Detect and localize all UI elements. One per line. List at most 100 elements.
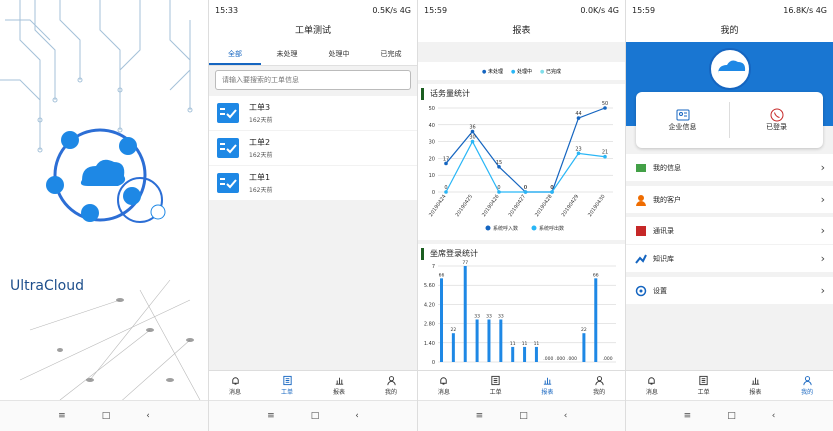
bar-chart-icon xyxy=(751,377,760,385)
tab-reports[interactable]: 报表 xyxy=(522,371,574,400)
home-icon[interactable]: □ xyxy=(102,411,111,421)
data-label: 44 xyxy=(575,111,581,117)
data-label: 66 xyxy=(439,272,445,278)
profile-screen: 15:59 16.8K/s 4G 我的 企业信息 已登录 我的信息 › 我的客户 › … xyxy=(625,0,833,431)
menu-settings[interactable]: 设置 › xyxy=(626,277,833,304)
tab-label: 报表 xyxy=(541,389,554,396)
ticket-name: 工单2 xyxy=(249,138,271,147)
tab-label: 报表 xyxy=(749,389,762,396)
ticket-item[interactable]: 工单2 162天前 xyxy=(209,131,417,165)
data-label: 77 xyxy=(462,260,468,266)
back-icon[interactable]: ‹ xyxy=(772,411,776,421)
company-info-button[interactable]: 企业信息 xyxy=(636,92,729,148)
tab-label: 工单 xyxy=(280,389,293,396)
ticket-item[interactable]: 工单3 162天前 xyxy=(209,96,417,130)
bottom-tabbar: 消息 工单 报表 我的 xyxy=(626,370,833,400)
y-tick-label: 4.20 xyxy=(424,302,435,308)
chevron-right-icon: › xyxy=(820,161,825,174)
bottom-tabbar: 消息 工单 报表 我的 xyxy=(209,370,417,400)
bar xyxy=(582,333,586,362)
back-icon[interactable]: ‹ xyxy=(564,411,568,421)
tab-label: 报表 xyxy=(332,389,345,396)
status-net: 0.0K/s xyxy=(580,5,606,15)
home-icon[interactable]: □ xyxy=(519,411,528,421)
person-icon xyxy=(595,376,604,386)
brand-name: UltraCloud xyxy=(10,278,84,294)
splash-illustration xyxy=(0,0,201,421)
status-signal: 4G xyxy=(607,5,619,15)
knowledge-icon xyxy=(635,254,647,264)
data-label: 0 xyxy=(524,185,527,191)
filter-done[interactable]: 已完成 xyxy=(365,42,417,65)
tab-tickets[interactable]: 工单 xyxy=(678,371,730,400)
y-tick-label: 0 xyxy=(432,360,435,366)
data-label: .000 xyxy=(567,356,577,362)
data-label: 22 xyxy=(450,327,456,333)
data-label: 0 xyxy=(550,185,553,191)
tab-messages[interactable]: 消息 xyxy=(418,371,470,400)
data-label: .000 xyxy=(543,356,553,362)
tab-reports[interactable]: 报表 xyxy=(730,371,782,400)
tab-mine[interactable]: 我的 xyxy=(365,371,417,400)
status-bar: 15:33 0.5K/s 4G xyxy=(209,0,417,20)
chevron-right-icon: › xyxy=(820,284,825,297)
tab-messages[interactable]: 消息 xyxy=(626,371,678,400)
bar xyxy=(475,319,479,362)
legend-label: 系统呼出数 xyxy=(539,225,564,232)
menu-my-info[interactable]: 我的信息 › xyxy=(626,154,833,181)
menu-icon[interactable]: ≡ xyxy=(58,411,66,421)
menu-icon[interactable]: ≡ xyxy=(684,411,692,421)
login-status-button[interactable]: 已登录 xyxy=(730,92,823,148)
ticket-time: 162天前 xyxy=(249,187,273,194)
status-time: 15:59 xyxy=(632,5,656,15)
data-label: .000 xyxy=(603,356,613,362)
bar xyxy=(463,266,467,362)
menu-my-customers[interactable]: 我的客户 › xyxy=(626,186,833,213)
back-icon[interactable]: ‹ xyxy=(355,411,359,421)
tab-label: 工单 xyxy=(489,389,502,396)
tab-reports[interactable]: 报表 xyxy=(313,371,365,400)
status-time: 15:33 xyxy=(215,5,239,15)
back-icon[interactable]: ‹ xyxy=(146,411,150,421)
data-label: 33 xyxy=(486,313,492,319)
filter-processing[interactable]: 处理中 xyxy=(313,42,365,65)
tab-mine[interactable]: 我的 xyxy=(573,371,625,400)
ticket-item[interactable]: 工单1 162天前 xyxy=(209,166,417,200)
card-label: 企业信息 xyxy=(668,123,697,131)
bell-icon xyxy=(231,377,239,385)
status-time: 15:59 xyxy=(424,5,448,15)
y-tick-label: 2.80 xyxy=(424,322,435,328)
menu-icon[interactable]: ≡ xyxy=(267,411,275,421)
person-icon xyxy=(386,376,396,386)
customer-icon xyxy=(636,194,646,206)
bar xyxy=(440,278,443,362)
home-icon[interactable]: □ xyxy=(311,411,320,421)
section-title: 话务量统计 xyxy=(421,88,625,100)
menu-icon[interactable]: ≡ xyxy=(476,411,484,421)
section-title: 坐席登录统计 xyxy=(421,248,625,260)
bar-chart-card: 坐席登录统计 0 1.40 2.80 4.20 5.60 7 66 22 77 33 33 33 11 1… xyxy=(418,244,625,370)
ticket-icon xyxy=(217,138,239,158)
ticket-icon xyxy=(217,173,239,193)
legend-label: 未处理 xyxy=(487,68,503,75)
tab-tickets[interactable]: 工单 xyxy=(470,371,522,400)
tab-tickets[interactable]: 工单 xyxy=(261,371,313,400)
x-tick-label: 20190429 xyxy=(561,194,581,218)
filter-all[interactable]: 全部 xyxy=(209,42,261,65)
menu-contacts[interactable]: 通讯录 › xyxy=(626,217,833,244)
tab-messages[interactable]: 消息 xyxy=(209,371,261,400)
legend-label: 已完成 xyxy=(545,68,561,75)
y-tick-label: 50 xyxy=(429,106,435,112)
menu-knowledge[interactable]: 知识库 › xyxy=(626,245,833,272)
data-label: 21 xyxy=(602,150,608,156)
home-icon[interactable]: □ xyxy=(727,411,736,421)
page-title: 工单测试 xyxy=(209,20,417,42)
x-tick-label: 20190427 xyxy=(508,194,528,218)
tab-mine[interactable]: 我的 xyxy=(781,371,833,400)
legend-item: ● 未处理 xyxy=(482,68,503,75)
id-card-icon xyxy=(676,109,689,121)
tab-label: 消息 xyxy=(437,389,450,396)
filter-pending[interactable]: 未处理 xyxy=(261,42,313,65)
search-input[interactable] xyxy=(215,70,411,90)
user-card-icon xyxy=(636,163,646,172)
